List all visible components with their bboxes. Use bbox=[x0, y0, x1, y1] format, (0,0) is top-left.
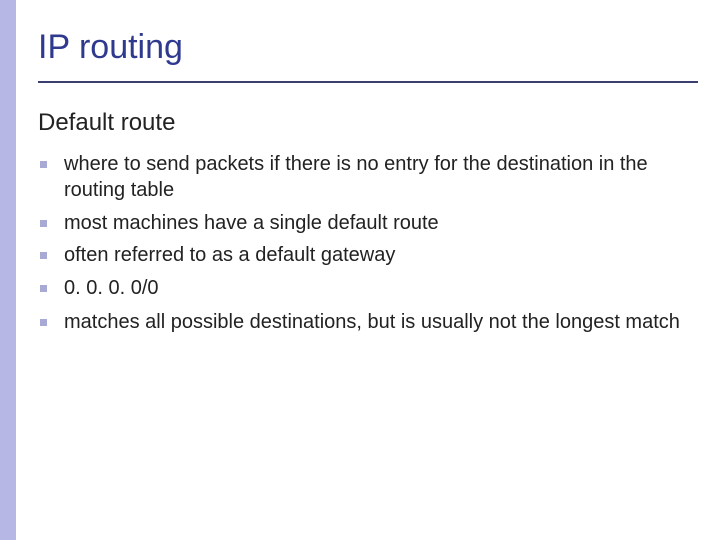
list-item: 0. 0. 0. 0/0 bbox=[40, 275, 690, 301]
slide-title: IP routing bbox=[38, 28, 690, 77]
square-bullet-icon bbox=[40, 161, 47, 168]
square-bullet-icon bbox=[40, 319, 47, 326]
bullet-list: where to send packets if there is no ent… bbox=[40, 151, 690, 335]
list-item: matches all possible destinations, but i… bbox=[40, 309, 690, 335]
left-accent-bar bbox=[0, 0, 16, 540]
title-underline bbox=[38, 81, 698, 83]
slide-subtitle: Default route bbox=[38, 109, 690, 137]
list-item-text: often referred to as a default gateway bbox=[64, 244, 395, 266]
square-bullet-icon bbox=[40, 220, 47, 227]
square-bullet-icon bbox=[40, 285, 47, 292]
list-item-text: matches all possible destinations, but i… bbox=[64, 311, 680, 333]
list-item-text: most machines have a single default rout… bbox=[64, 212, 439, 234]
list-item-text: 0. 0. 0. 0/0 bbox=[64, 277, 159, 299]
list-item: where to send packets if there is no ent… bbox=[40, 151, 690, 204]
list-item: most machines have a single default rout… bbox=[40, 210, 690, 236]
list-item: often referred to as a default gateway bbox=[40, 242, 690, 268]
square-bullet-icon bbox=[40, 252, 47, 259]
slide-content: IP routing Default route where to send p… bbox=[38, 28, 690, 341]
list-item-text: where to send packets if there is no ent… bbox=[64, 153, 648, 201]
